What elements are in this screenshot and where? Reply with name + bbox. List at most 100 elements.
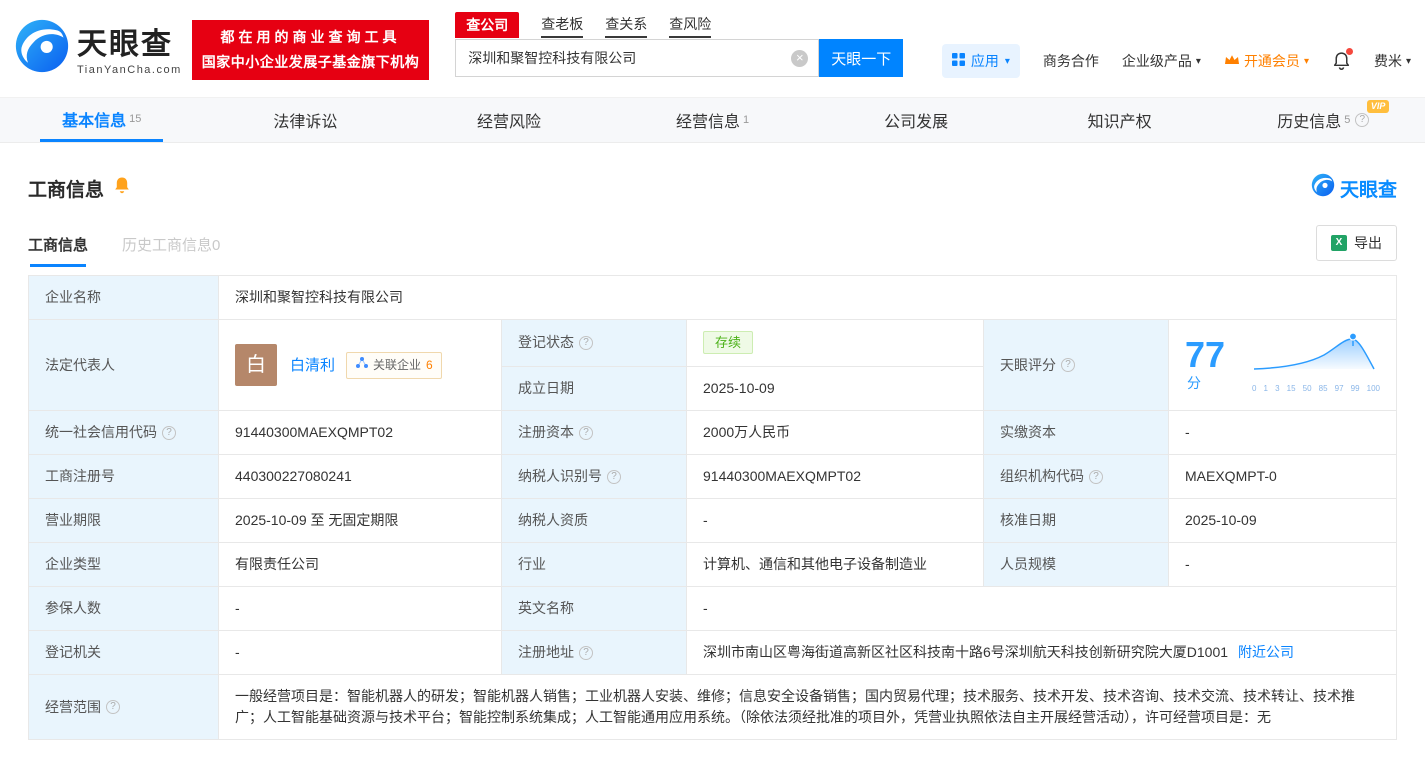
export-button[interactable]: X 导出 [1316,225,1397,261]
field-label-staff-size: 人员规模 [983,542,1169,587]
main-content: 工商信息 天眼查 工商信息 历史工商信息0 X 导出 企业名称 深圳和聚智控科技… [0,143,1425,780]
help-icon[interactable]: ? [579,335,593,350]
field-label-approval-date: 核准日期 [983,498,1169,543]
tab-label: 经营风险 [476,114,541,131]
tab-operation-info[interactable]: 经营信息 1 [611,98,815,142]
field-label-legal-rep: 法定代表人 [28,319,219,411]
help-icon[interactable]: ? [1355,113,1370,127]
nav-user-menu[interactable]: 费米 ▾ [1374,51,1411,71]
related-count: 6 [426,357,433,372]
related-companies-badge[interactable]: 关联企业 6 [346,351,442,379]
search-tab-boss[interactable]: 查老板 [541,14,584,38]
field-value-english-name: - [686,586,1397,631]
search-tabs: 查公司 查老板 查关系 查风险 [455,12,903,38]
field-value-industry: 计算机、通信和其他电子设备制造业 [686,542,984,587]
slogan-line1: 都在用的商业查询工具 [220,29,401,45]
tab-basic-info[interactable]: 基本信息 15 [0,98,204,142]
legal-rep-name-link[interactable]: 白清利 [290,355,335,376]
field-label-credit-code: 统一社会信用代码? [28,410,219,455]
table-row: 参保人数 - 英文名称 - [28,586,1397,631]
field-label-reg-capital: 注册资本? [501,410,687,455]
table-row: 营业期限 2025-10-09 至 无固定期限 纳税人资质 - 核准日期 202… [28,498,1397,543]
tab-label: 公司发展 [884,114,949,131]
field-value-staff-size: - [1168,542,1397,587]
help-icon[interactable]: ? [579,425,593,440]
score-curve-chart: 0 1 3 15 50 85 97 99 100 [1252,331,1380,399]
field-label-company-type: 企业类型 [28,542,219,587]
field-label-company-name: 企业名称 [28,275,219,320]
field-value-reg-address: 深圳市南山区粤海街道高新区社区科技南十路6号深圳航天科技创新研究院大厦D1001… [686,630,1397,675]
export-label: 导出 [1354,235,1382,251]
search-input[interactable] [456,40,819,76]
field-label-english-name: 英文名称 [501,586,687,631]
field-value-taxpayer-id: 91440300MAEXQMPT02 [686,454,984,499]
clear-search-icon[interactable]: × [791,49,809,67]
notification-bell-icon[interactable] [1332,48,1353,71]
field-label-taxpayer-quality: 纳税人资质 [501,498,687,543]
help-icon[interactable]: ? [1089,469,1103,484]
field-value-reg-status: 存续 [686,319,984,367]
field-label-business-term: 营业期限 [28,498,219,543]
address-text: 深圳市南山区粤海街道高新区社区科技南十路6号深圳航天科技创新研究院大厦D1001 [703,644,1229,660]
company-section-tabs: 基本信息 15 法律诉讼 经营风险 经营信息 1 公司发展 知识产权 历史信息 5 … [0,97,1425,143]
subtab-business-info[interactable]: 工商信息 [28,234,88,267]
notification-dot [1345,48,1353,55]
nav-cooperation[interactable]: 商务合作 [1043,51,1099,71]
field-label-taxpayer-id: 纳税人识别号? [501,454,687,499]
tab-operation-risk[interactable]: 经营风险 [407,98,611,142]
tianyancha-logo[interactable]: 天眼查 TianYanCha.com [14,18,182,77]
field-value-tyc-score: 77分 0 1 3 15 50 85 97 99 100 [1168,319,1397,411]
status-badge: 存续 [703,331,754,355]
search-tab-risk[interactable]: 查风险 [669,14,712,38]
slogan-line2: 国家中小企业发展子基金旗下机构 [201,54,420,70]
brand-slogan: 都在用的商业查询工具 国家中小企业发展子基金旗下机构 [191,20,430,80]
tab-legal-proceedings[interactable]: 法律诉讼 [204,98,408,142]
field-value-company-name: 深圳和聚智控科技有限公司 [218,275,1397,320]
score-unit: 分 [1187,374,1201,391]
nav-open-vip[interactable]: 开通会员 ▾ [1224,51,1309,71]
nearby-companies-link[interactable]: 附近公司 [1238,644,1294,660]
search-tab-relation[interactable]: 查关系 [605,14,648,38]
search-box: × [455,39,820,77]
table-row: 统一社会信用代码? 91440300MAEXQMPT02 注册资本? 2000万… [28,410,1397,455]
nav-enterprise-products[interactable]: 企业级产品 ▾ [1122,51,1201,71]
tab-intellectual-property[interactable]: 知识产权 [1018,98,1222,142]
field-label-business-scope: 经营范围? [28,674,219,740]
logo-subtitle: TianYanCha.com [77,64,182,76]
search-button[interactable]: 天眼一下 [819,39,904,77]
field-value-insured-count: - [218,586,502,631]
help-icon[interactable]: ? [162,425,176,440]
chevron-down-icon: ▾ [1405,55,1411,67]
tab-label: 基本信息 [62,112,127,130]
help-icon[interactable]: ? [579,645,593,660]
field-label-industry: 行业 [501,542,687,587]
search-tab-company[interactable]: 查公司 [455,12,520,38]
table-row: 登记机关 - 注册地址? 深圳市南山区粤海街道高新区社区科技南十路6号深圳航天科… [28,630,1397,675]
tab-history-info[interactable]: 历史信息 5 ? VIP [1221,98,1425,142]
field-value-legal-rep: 白 白清利 关联企业 6 [218,319,502,411]
subtab-history-business-info[interactable]: 历史工商信息0 [122,234,220,267]
logo-title: 天眼查 [77,28,173,61]
field-value-approval-date: 2025-10-09 [1168,498,1397,543]
tianyancha-logo-icon [1311,173,1335,203]
tab-label: 经营信息 [675,114,740,131]
nav-enterprise-label: 企业级产品 [1121,53,1192,69]
help-icon[interactable]: ? [1061,358,1075,372]
apps-menu[interactable]: 应用 ▾ [941,44,1020,78]
table-row: 企业名称 深圳和聚智控科技有限公司 [28,275,1397,320]
field-label-insured-count: 参保人数 [28,586,219,631]
field-value-establish-date: 2025-10-09 [686,365,984,411]
table-row: 工商注册号 440300227080241 纳税人识别号? 91440300MA… [28,454,1397,499]
field-label-establish-date: 成立日期 [501,365,687,411]
field-value-taxpayer-quality: - [686,498,984,543]
help-icon[interactable]: ? [106,700,120,714]
network-icon [355,355,369,376]
help-icon[interactable]: ? [607,469,621,484]
alert-bell-icon[interactable] [113,176,131,201]
apps-grid-icon [951,53,965,69]
tab-company-development[interactable]: 公司发展 [814,98,1018,142]
field-label-reg-number: 工商注册号 [28,454,219,499]
tianyancha-logo-icon [14,18,70,77]
score-number: 77 [1185,333,1226,375]
legal-rep-avatar[interactable]: 白 [235,344,277,386]
